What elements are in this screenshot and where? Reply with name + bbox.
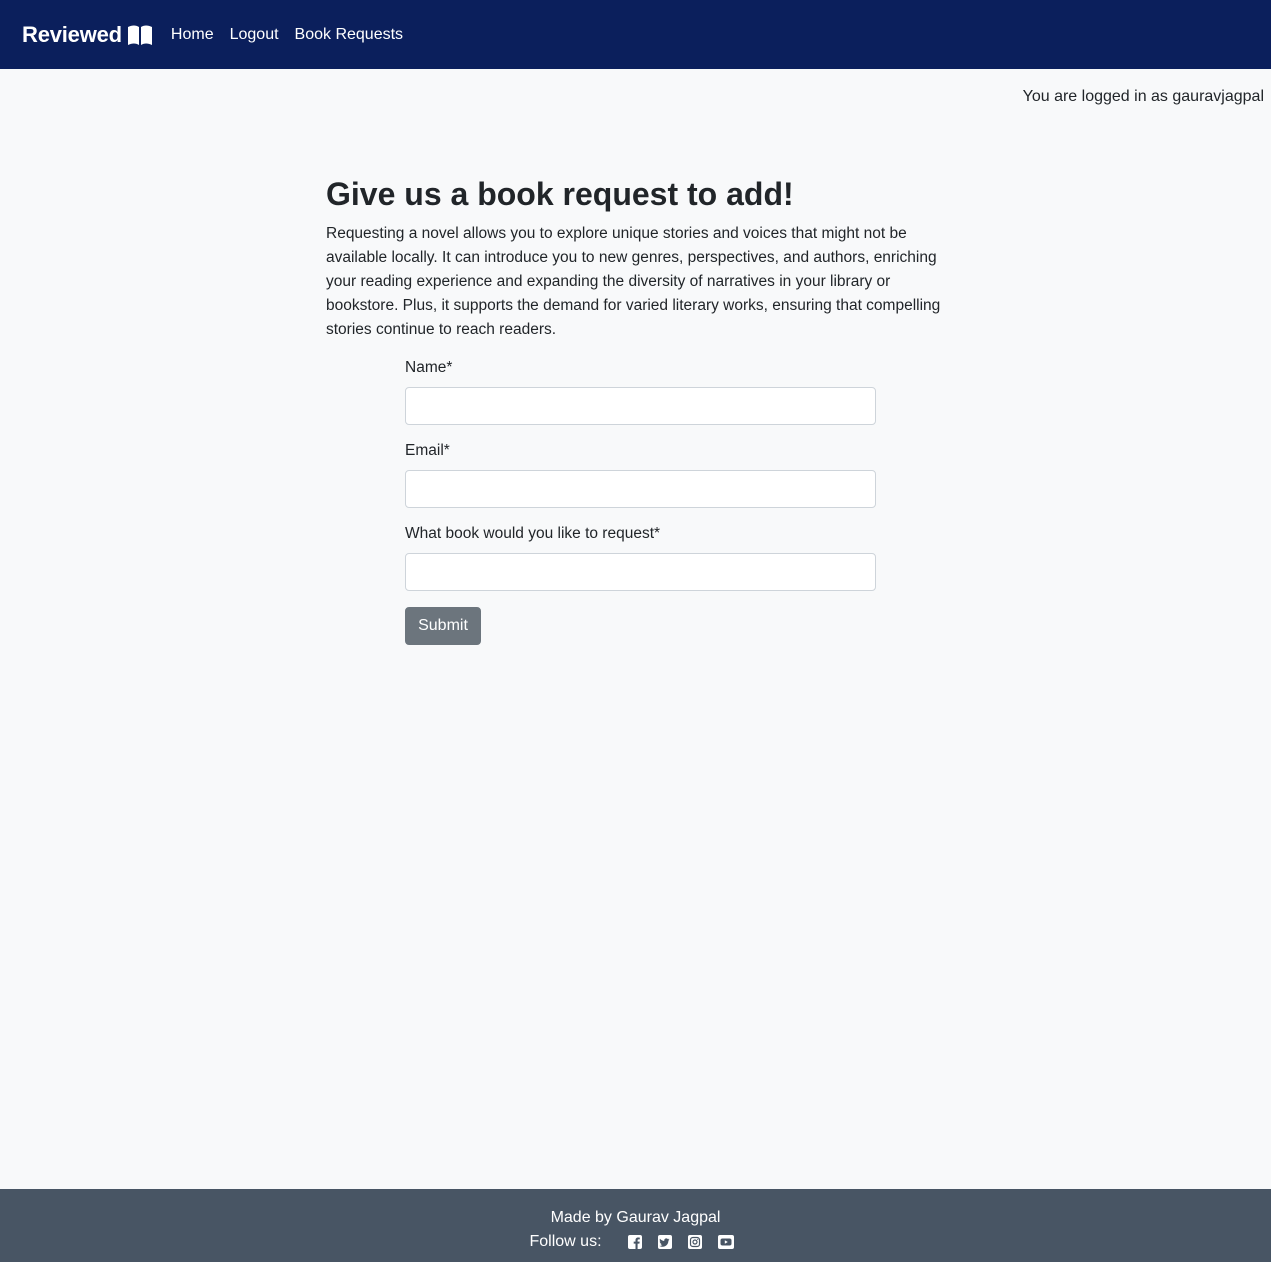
brand-name: Reviewed xyxy=(22,21,122,47)
email-field-group: Email* xyxy=(405,439,876,508)
follow-label: Follow us: xyxy=(529,1233,602,1250)
nav-home-link[interactable]: Home xyxy=(171,26,214,44)
nav-logout-link[interactable]: Logout xyxy=(230,26,279,44)
name-field-group: Name* xyxy=(405,356,876,425)
instagram-icon[interactable] xyxy=(687,1235,702,1249)
login-status: You are logged in as gauravjagpal xyxy=(1022,88,1264,105)
page-title: Give us a book request to add! xyxy=(326,176,794,212)
footer: Made by Gaurav Jagpal Follow us: xyxy=(0,1189,1271,1262)
youtube-icon[interactable] xyxy=(717,1235,734,1249)
footer-credit: Made by Gaurav Jagpal xyxy=(550,1209,721,1226)
intro-text: Requesting a novel allows you to explore… xyxy=(326,225,941,338)
submit-button[interactable]: Submit xyxy=(405,607,481,645)
social-links: Follow us: xyxy=(0,1232,1271,1252)
nav-book-requests-link[interactable]: Book Requests xyxy=(295,26,404,44)
book-request-form: Name* Email* What book would you like to… xyxy=(405,356,876,645)
book-request-label: What book would you like to request* xyxy=(405,525,661,542)
book-field-group: What book would you like to request* xyxy=(405,522,876,591)
book-open-icon xyxy=(127,24,153,46)
twitter-icon[interactable] xyxy=(657,1235,672,1249)
email-label: Email* xyxy=(405,442,450,459)
email-input[interactable] xyxy=(405,470,876,508)
name-input[interactable] xyxy=(405,387,876,425)
name-label: Name* xyxy=(405,359,453,376)
facebook-icon[interactable] xyxy=(627,1235,642,1249)
book-request-input[interactable] xyxy=(405,553,876,591)
intro-section: Give us a book request to add! Requestin… xyxy=(326,174,956,342)
navbar: Reviewed Home Logout Book Requests xyxy=(0,0,1271,69)
brand-link[interactable]: Reviewed xyxy=(22,22,153,48)
